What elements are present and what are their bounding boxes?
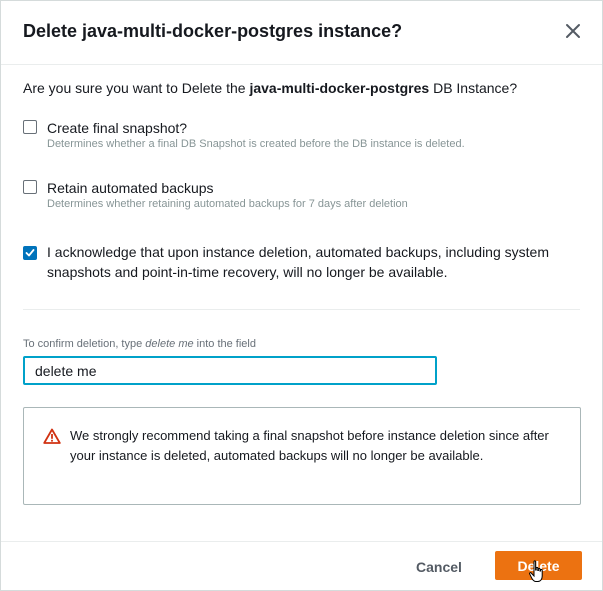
delete-instance-dialog: Delete java-multi-docker-postgres instan… xyxy=(0,0,603,591)
cancel-button[interactable]: Cancel xyxy=(404,555,474,577)
final-snapshot-description: Determines whether a final DB Snapshot i… xyxy=(47,138,465,150)
dialog-header: Delete java-multi-docker-postgres instan… xyxy=(1,1,602,65)
warning-text: We strongly recommend taking a final sna… xyxy=(70,428,549,463)
question-instance-name: java-multi-docker-postgres xyxy=(249,80,430,96)
checkmark-icon xyxy=(25,249,35,257)
confirm-label-suffix: into the field xyxy=(193,338,256,350)
delete-button[interactable]: Delete xyxy=(495,551,582,580)
confirm-label-emphasis: delete me xyxy=(145,338,194,350)
close-icon[interactable] xyxy=(564,22,582,40)
confirm-label-prefix: To confirm deletion, type xyxy=(23,338,146,350)
final-snapshot-label[interactable]: Create final snapshot? xyxy=(47,118,187,138)
question-suffix: DB Instance? xyxy=(429,80,518,96)
question-prefix: Are you sure you want to Delete the xyxy=(23,80,250,96)
warning-alert: We strongly recommend taking a final sna… xyxy=(23,407,581,505)
confirm-label: To confirm deletion, type delete me into… xyxy=(23,338,256,350)
divider xyxy=(23,309,580,310)
confirm-deletion-input[interactable] xyxy=(23,356,437,385)
retain-backups-label[interactable]: Retain automated backups xyxy=(47,178,214,198)
retain-backups-checkbox[interactable] xyxy=(23,180,37,194)
final-snapshot-checkbox[interactable] xyxy=(23,120,37,134)
retain-backups-description: Determines whether retaining automated b… xyxy=(47,198,408,210)
dialog-title: Delete java-multi-docker-postgres instan… xyxy=(23,21,403,41)
acknowledge-label[interactable]: I acknowledge that upon instance deletio… xyxy=(47,242,567,282)
warning-icon xyxy=(43,428,61,444)
delete-question: Are you sure you want to Delete the java… xyxy=(23,80,517,96)
acknowledge-checkbox[interactable] xyxy=(23,246,37,260)
